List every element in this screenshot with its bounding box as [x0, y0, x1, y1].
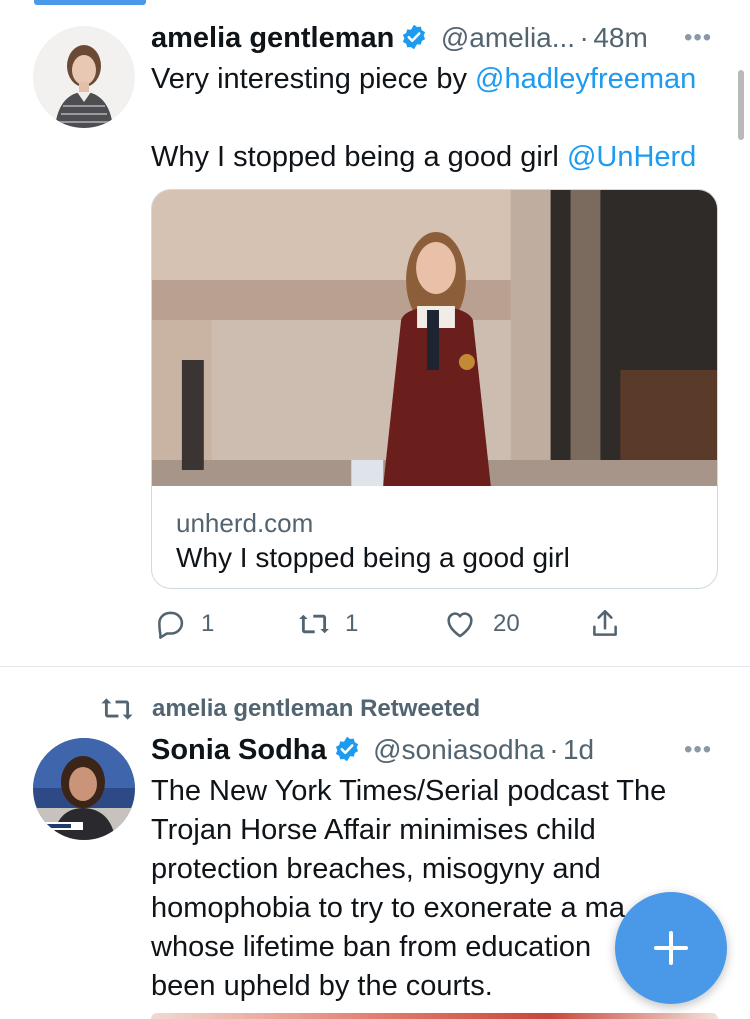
- reply-count: 1: [201, 610, 215, 637]
- separator-dot: ·: [579, 22, 589, 53]
- tweet-text: Very interesting piece by: [151, 63, 476, 95]
- retweet-button[interactable]: 1: [297, 606, 358, 642]
- plus-icon: [654, 931, 688, 965]
- card-title: Why I stopped being a good girl: [176, 542, 570, 573]
- avatar[interactable]: [33, 26, 135, 128]
- avatar[interactable]: [33, 738, 135, 840]
- retweet-icon: [101, 698, 133, 720]
- verified-badge-icon: [335, 736, 358, 762]
- reply-icon: [158, 611, 184, 639]
- active-tab-indicator: [34, 0, 146, 5]
- tweet-text: Why I stopped being a good girl: [151, 141, 567, 173]
- author-name[interactable]: amelia gentleman: [151, 22, 394, 54]
- share-button[interactable]: [588, 606, 622, 642]
- tweet-divider: [0, 666, 750, 667]
- more-icon[interactable]: •••: [684, 24, 712, 52]
- like-button[interactable]: 20: [443, 606, 520, 642]
- retweet-icon: [299, 614, 329, 634]
- timestamp[interactable]: 48m: [593, 22, 647, 53]
- share-icon: [593, 609, 617, 636]
- tweet-text-line: Very interesting piece by @hadleyfreeman: [151, 60, 696, 99]
- author-handle[interactable]: @amelia...: [441, 22, 575, 53]
- compose-tweet-button[interactable]: [615, 892, 727, 1004]
- author-name[interactable]: Sonia Sodha: [151, 734, 327, 766]
- scrollbar[interactable]: [738, 70, 744, 140]
- reply-button[interactable]: 1: [153, 606, 214, 642]
- verified-badge-icon: [403, 24, 426, 50]
- author-handle[interactable]: @soniasodha: [373, 734, 545, 765]
- more-icon[interactable]: •••: [684, 736, 712, 764]
- link-preview-card[interactable]: unherd.com Why I stopped being a good gi…: [151, 189, 718, 589]
- separator-dot: ·: [549, 734, 559, 765]
- tweet-text-line: protection breaches, misogyny and: [151, 853, 601, 885]
- timestamp[interactable]: 1d: [563, 734, 594, 765]
- mention-link[interactable]: @UnHerd: [567, 141, 696, 173]
- card-image: [152, 190, 717, 486]
- tweet-text-line: The New York Times/Serial podcast The: [151, 775, 667, 807]
- media-preview-edge: [151, 1013, 718, 1019]
- heart-icon: [447, 612, 473, 638]
- retweeted-by: amelia gentleman Retweeted: [152, 695, 481, 722]
- card-domain: unherd.com: [176, 508, 314, 538]
- tweet-header: Sonia Sodha @soniasodha · 1d: [151, 734, 594, 767]
- like-count: 20: [493, 610, 520, 637]
- tweet-header: amelia gentleman @amelia... · 48m: [151, 22, 648, 55]
- retweet-context[interactable]: amelia gentleman Retweeted: [100, 694, 480, 724]
- tweet-text-line: Why I stopped being a good girl @UnHerd: [151, 138, 696, 177]
- retweet-count: 1: [345, 610, 359, 637]
- mention-link[interactable]: @hadleyfreeman: [475, 63, 696, 95]
- tweet-text-line: Trojan Horse Affair minimises child: [151, 814, 596, 846]
